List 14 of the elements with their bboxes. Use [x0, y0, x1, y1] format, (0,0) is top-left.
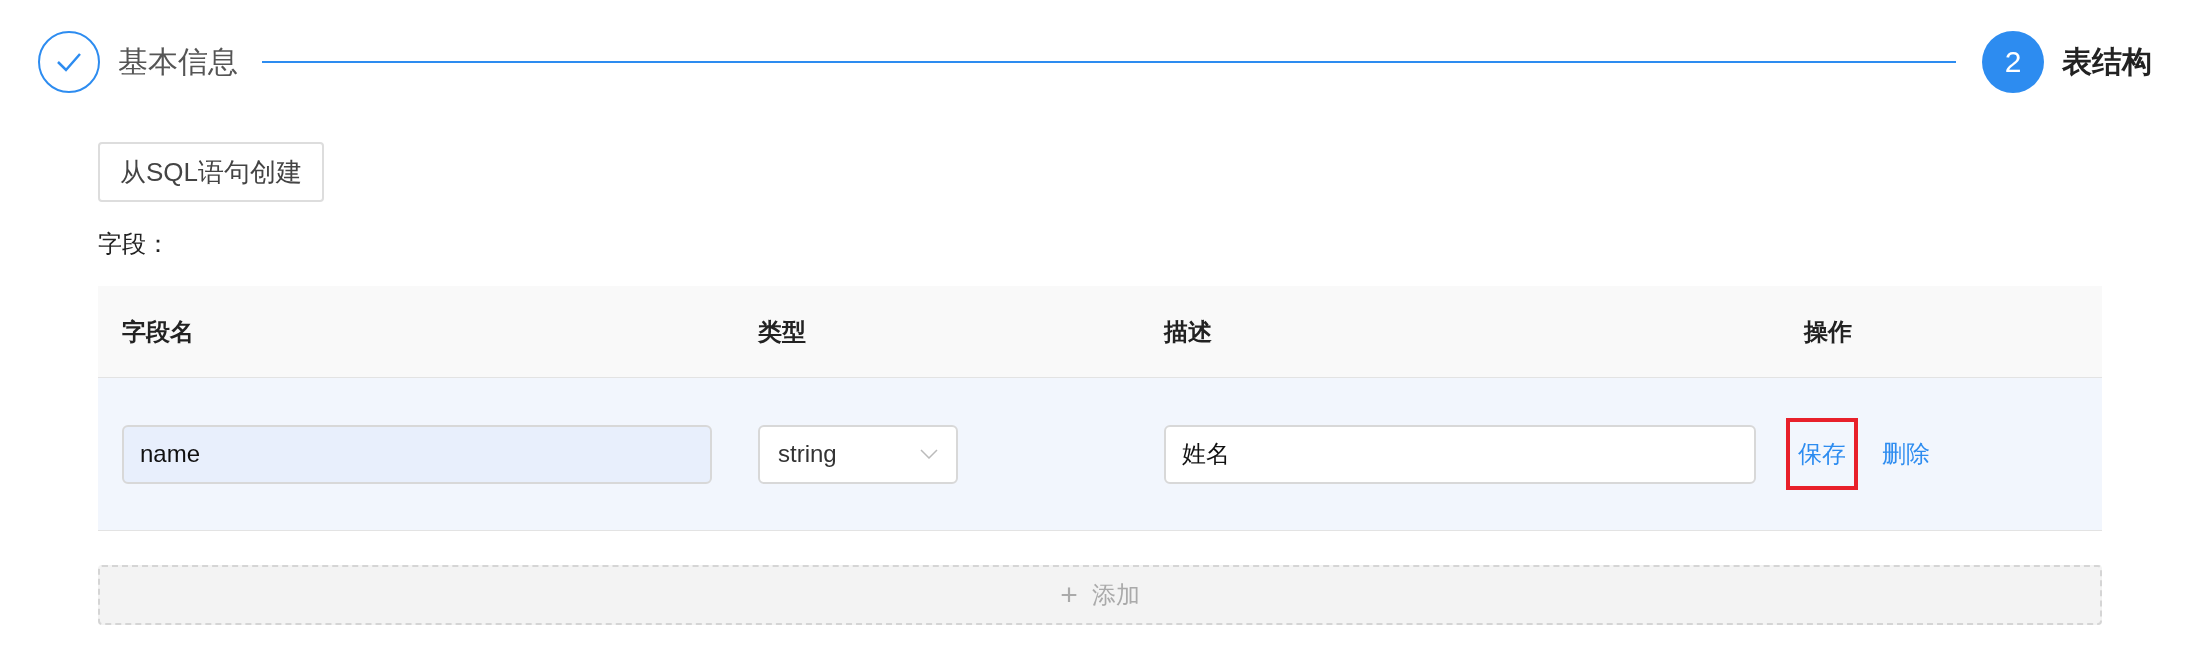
- fields-label: 字段：: [98, 229, 171, 259]
- step-number: 2: [1982, 31, 2044, 93]
- step-title: 基本信息: [118, 43, 238, 80]
- step-title: 表结构: [2062, 43, 2152, 80]
- column-header: 操作: [1804, 316, 1853, 347]
- column-header: 描述: [1164, 316, 1213, 347]
- type-select[interactable]: string: [758, 424, 958, 484]
- create-from-sql-button[interactable]: 从SQL语句创建: [98, 142, 325, 202]
- field-name-input[interactable]: name: [122, 424, 712, 484]
- checkmark-icon: [56, 52, 82, 72]
- column-header: 类型: [758, 316, 807, 347]
- column-header: 字段名: [122, 316, 195, 347]
- description-input[interactable]: 姓名: [1164, 424, 1756, 484]
- chevron-down-icon: [920, 449, 938, 459]
